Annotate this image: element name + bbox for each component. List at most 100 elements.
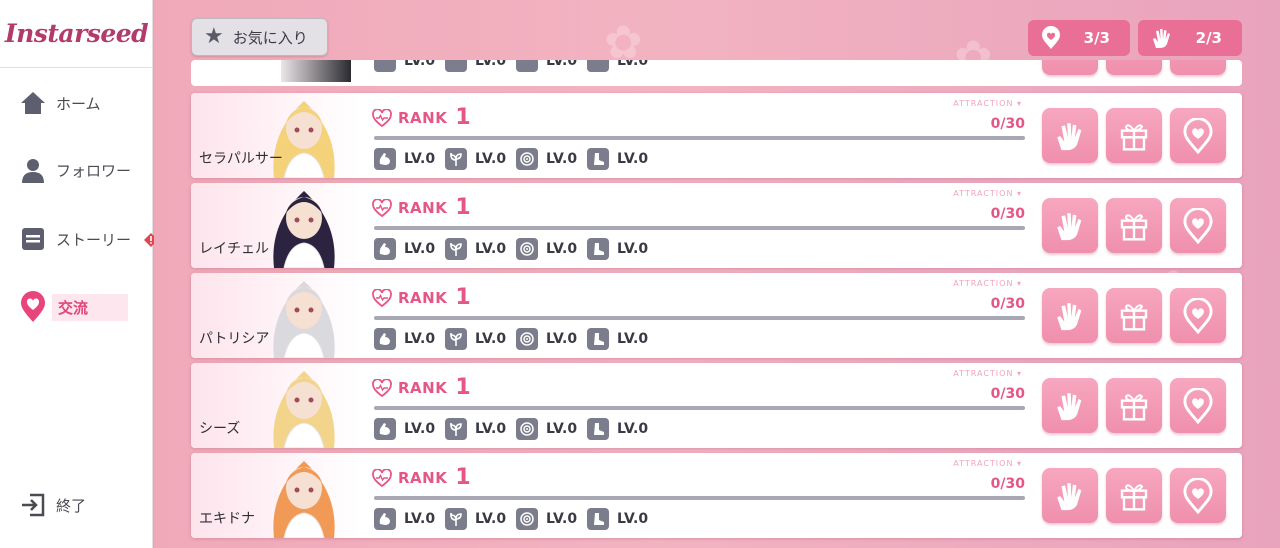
boot-icon <box>587 418 609 440</box>
gift-button[interactable] <box>1106 60 1162 75</box>
heart-pin-icon <box>1183 387 1213 424</box>
strength-icon <box>374 508 396 530</box>
stat-strength: LV.0 <box>374 238 445 260</box>
rank-value: 1 <box>455 195 471 220</box>
favorites-label: お気に入り <box>232 28 308 47</box>
gift-button[interactable] <box>1106 108 1162 163</box>
location-button[interactable] <box>1170 108 1226 163</box>
nav-story[interactable]: ストーリー <box>18 224 158 254</box>
card-actions <box>1034 198 1226 253</box>
hand-icon <box>1153 29 1170 48</box>
rank-label: RANK <box>398 288 448 307</box>
character-name: パトリシア <box>199 331 270 347</box>
stat-level: LV.0 <box>404 331 436 347</box>
rank-row: RANK 1 <box>372 465 471 490</box>
character-card[interactable]: エキドナ RANK 1 ATTRACTION ▾ 0/30 LV.0 LV.0 … <box>191 453 1242 538</box>
target-icon <box>516 148 538 170</box>
stat-boot: LV.0 <box>587 418 658 440</box>
wave-button[interactable] <box>1042 60 1098 75</box>
stat-target: LV.0 <box>516 508 587 530</box>
location-button[interactable] <box>1170 288 1226 343</box>
wave-button[interactable] <box>1042 378 1098 433</box>
plant-icon <box>445 238 467 260</box>
gift-button[interactable] <box>1106 288 1162 343</box>
stat-target: LV.0 <box>516 328 587 350</box>
heart-rate-icon <box>372 468 392 487</box>
hand-counter: 2/3 <box>1138 20 1242 56</box>
target-icon <box>516 238 538 260</box>
nav-followers-label: フォロワー <box>56 161 132 180</box>
attraction-label[interactable]: ATTRACTION ▾ <box>953 279 1022 288</box>
boot-icon <box>587 328 609 350</box>
rank-value: 1 <box>455 375 471 400</box>
hand-wave-icon <box>1057 392 1082 420</box>
stats-row: LV.0 LV.0 LV.0 LV.0 <box>374 238 658 260</box>
wave-button[interactable] <box>1042 198 1098 253</box>
attraction-label[interactable]: ATTRACTION ▾ <box>953 459 1022 468</box>
card-actions <box>1034 288 1226 343</box>
strength-icon <box>374 238 396 260</box>
location-button[interactable] <box>1170 378 1226 433</box>
nav-exchange-label: 交流 <box>52 293 129 321</box>
wave-button[interactable] <box>1042 468 1098 523</box>
character-card[interactable]: パトリシア RANK 1 ATTRACTION ▾ 0/30 LV.0 LV.0… <box>191 273 1242 358</box>
target-icon <box>516 418 538 440</box>
exit-icon <box>18 490 48 520</box>
app-logo: Instarseed <box>0 0 153 68</box>
character-name: セラパルサー <box>199 151 283 167</box>
stat-strength: LV.0 <box>374 508 445 530</box>
nav-followers[interactable]: フォロワー <box>18 155 148 185</box>
attraction-label[interactable]: ATTRACTION ▾ <box>953 369 1022 378</box>
stat-level: LV.0 <box>475 331 507 347</box>
plant-icon <box>445 328 467 350</box>
attraction-value: 0/30 <box>990 206 1025 222</box>
attraction-label[interactable]: ATTRACTION ▾ <box>953 189 1022 198</box>
gift-button[interactable] <box>1106 378 1162 433</box>
wave-button[interactable] <box>1042 288 1098 343</box>
rank-label: RANK <box>398 468 448 487</box>
gift-button[interactable] <box>1106 468 1162 523</box>
nav-exit[interactable]: 終了 <box>18 490 148 520</box>
strength-icon <box>374 60 396 72</box>
location-button[interactable] <box>1170 60 1226 75</box>
strength-icon <box>374 148 396 170</box>
character-card[interactable]: シーズ RANK 1 ATTRACTION ▾ 0/30 LV.0 LV.0 L… <box>191 363 1242 448</box>
gift-icon <box>1120 483 1148 511</box>
attraction-value: 0/30 <box>990 116 1025 132</box>
rank-label: RANK <box>398 378 448 397</box>
wave-button[interactable] <box>1042 108 1098 163</box>
heart-pin-icon <box>1183 207 1213 244</box>
stats-row-partial: LV.0 LV.0 LV.0 LV.0 <box>374 60 658 72</box>
stat-plant: LV.0 <box>445 148 516 170</box>
stat-level: LV.0 <box>475 511 507 527</box>
stat-level: LV.0 <box>404 511 436 527</box>
stat-level: LV.0 <box>617 511 649 527</box>
target-icon <box>516 508 538 530</box>
stat-strength: LV.0 <box>374 148 445 170</box>
favorites-button[interactable]: ★ お気に入り <box>191 18 328 56</box>
character-card[interactable]: レイチェル RANK 1 ATTRACTION ▾ 0/30 LV.0 LV.0… <box>191 183 1242 268</box>
home-icon <box>18 88 48 118</box>
stat-level: LV.0 <box>617 331 649 347</box>
stat-level: LV.0 <box>617 151 649 167</box>
heart-rate-icon <box>372 198 392 217</box>
hand-wave-icon <box>1057 122 1082 150</box>
heart-pin-icon <box>1183 297 1213 334</box>
attraction-value: 0/30 <box>990 296 1025 312</box>
stat-level: LV.0 <box>617 60 649 69</box>
attraction-label[interactable]: ATTRACTION ▾ <box>953 99 1022 108</box>
location-button[interactable] <box>1170 468 1226 523</box>
partial-card: LV.0 LV.0 LV.0 LV.0 <box>191 60 1242 86</box>
gift-button[interactable] <box>1106 198 1162 253</box>
attraction-bar <box>374 136 1025 140</box>
heart-pin-icon <box>1042 26 1060 49</box>
rank-row: RANK 1 <box>372 105 471 130</box>
stats-row: LV.0 LV.0 LV.0 LV.0 <box>374 508 658 530</box>
nav-home[interactable]: ホーム <box>18 88 148 118</box>
location-button[interactable] <box>1170 198 1226 253</box>
nav-exit-label: 終了 <box>56 496 87 515</box>
nav-exchange[interactable]: 交流 <box>18 291 148 322</box>
person-icon <box>18 155 48 185</box>
plant-icon <box>445 508 467 530</box>
character-card[interactable]: セラパルサー RANK 1 ATTRACTION ▾ 0/30 LV.0 LV.… <box>191 93 1242 178</box>
